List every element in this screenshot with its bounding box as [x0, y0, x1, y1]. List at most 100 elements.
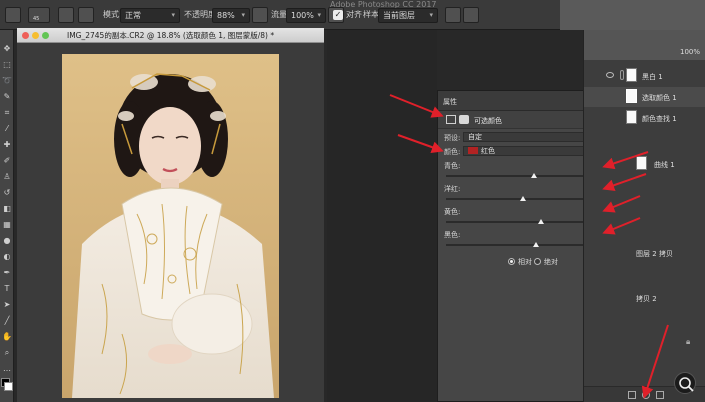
document-window: IMG_2745的副本.CR2 @ 18.8% (选取颜色 1, 图层蒙版/8)…	[17, 28, 324, 402]
relative-radio[interactable]	[508, 258, 515, 265]
colors-label: 颜色:	[444, 148, 461, 156]
cyan-slider-thumb[interactable]	[531, 173, 538, 178]
history-brush-tool-icon[interactable]: ↺	[2, 188, 12, 198]
layer-name[interactable]: 选取颜色 1	[642, 93, 677, 103]
mode-value: 正常	[125, 11, 141, 20]
colors-value: 红色	[481, 147, 495, 155]
line-tool-icon[interactable]: ╱	[2, 316, 12, 326]
layer-mask-thumbnail[interactable]	[626, 110, 637, 124]
zoom-window-button[interactable]	[42, 32, 49, 39]
workspace-background	[327, 30, 437, 402]
opacity-value: 88%	[217, 11, 235, 20]
pressure-size-icon[interactable]	[463, 7, 479, 23]
crop-tool-icon[interactable]: ⌗	[2, 108, 12, 118]
layer-row[interactable]: 图层 2 拷贝	[584, 246, 705, 262]
flow-input[interactable]: 100% ▾	[286, 8, 326, 23]
eyedropper-tool-icon[interactable]: ⁄	[2, 124, 12, 134]
minimize-window-button[interactable]	[32, 32, 39, 39]
mode-select[interactable]: 正常 ▾	[120, 8, 180, 23]
link-icon	[620, 70, 624, 80]
more-tools-icon[interactable]: …	[2, 364, 12, 374]
eraser-tool-icon[interactable]: ◧	[2, 204, 12, 214]
layer-row[interactable]: 拷贝 2	[584, 291, 705, 307]
chevron-down-icon: ▾	[241, 11, 245, 19]
options-bar: Adobe Photoshop CC 2017 45 模式: 正常 ▾ 不透明度…	[0, 0, 705, 30]
layer-row[interactable]: 颜色查找 1	[584, 108, 705, 128]
magnifier-glyph	[679, 377, 694, 392]
type-tool-icon[interactable]: T	[2, 284, 12, 294]
lasso-tool-icon[interactable]: ➰	[2, 76, 12, 86]
chevron-down-icon: ▾	[429, 11, 433, 19]
zoom-tool-icon[interactable]: ⌕	[2, 348, 12, 358]
tools-panel: ✥ ⬚ ➰ ✎ ⌗ ⁄ ✚ ✐ ♙ ↺ ◧ ▦ ● ◐ ✒ T ➤ ╱ ✋ ⌕ …	[0, 30, 14, 402]
layer-name[interactable]: 图层 2 拷贝	[636, 249, 673, 259]
zoom-hint: 100%	[680, 48, 701, 56]
path-select-tool-icon[interactable]: ➤	[2, 300, 12, 310]
background-color-swatch[interactable]	[4, 382, 13, 391]
mode-label: 模式:	[103, 10, 122, 19]
hand-tool-icon[interactable]: ✋	[2, 332, 12, 342]
cyan-label: 青色:	[444, 162, 461, 170]
brush-preset-picker[interactable]: 45	[28, 7, 50, 23]
canvas-area[interactable]	[17, 43, 324, 402]
adjustment-layer-icon[interactable]	[642, 391, 650, 399]
document-title-bar: IMG_2745的副本.CR2 @ 18.8% (选取颜色 1, 图层蒙版/8)…	[17, 28, 324, 43]
close-window-button[interactable]	[22, 32, 29, 39]
clone-source-icon[interactable]	[78, 7, 94, 23]
adjustment-name: 可选颜色	[474, 117, 502, 125]
layer-mask-thumbnail[interactable]	[626, 89, 637, 103]
blur-tool-icon[interactable]: ●	[2, 236, 12, 246]
brush-tool-icon[interactable]: ✐	[2, 156, 12, 166]
home-icon[interactable]	[5, 7, 21, 23]
preset-label: 预设:	[444, 134, 461, 142]
chevron-down-icon: ▾	[317, 11, 321, 19]
link-layers-icon[interactable]	[628, 391, 636, 399]
move-tool-icon[interactable]: ✥	[2, 44, 12, 54]
healing-tool-icon[interactable]: ✚	[2, 140, 12, 150]
flow-value: 100%	[291, 11, 314, 20]
search-icon[interactable]	[674, 372, 696, 394]
sample-value: 当前图层	[383, 11, 415, 20]
align-checkbox[interactable]: ✓	[333, 10, 343, 20]
color-swatch	[468, 147, 478, 154]
layer-row[interactable]: 黑白 1	[584, 66, 705, 86]
black-slider-thumb[interactable]	[533, 242, 540, 247]
clone-stamp-tool-icon[interactable]: ♙	[2, 172, 12, 182]
absolute-radio[interactable]	[534, 258, 541, 265]
sample-select[interactable]: 当前图层 ▾	[378, 8, 438, 23]
chevron-down-icon: ▾	[171, 11, 175, 19]
ignore-adjustment-icon[interactable]	[445, 7, 461, 23]
folder-icon[interactable]	[656, 391, 664, 399]
magenta-slider-thumb[interactable]	[519, 196, 526, 201]
layer-name[interactable]: 拷贝 2	[636, 294, 657, 304]
layer-mask-icon[interactable]	[459, 115, 469, 124]
layer-row[interactable]: 曲线 1	[584, 154, 705, 174]
layer-visibility-icon[interactable]	[606, 72, 614, 78]
dodge-tool-icon[interactable]: ◐	[2, 252, 12, 262]
pressure-opacity-icon[interactable]	[252, 7, 268, 23]
pen-tool-icon[interactable]: ✒	[2, 268, 12, 278]
portrait-photo[interactable]	[62, 54, 279, 398]
marquee-tool-icon[interactable]: ⬚	[2, 60, 12, 70]
yellow-label: 黄色:	[444, 208, 461, 216]
absolute-label: 绝对	[544, 258, 558, 266]
yellow-slider-thumb[interactable]	[538, 219, 545, 224]
brush-size-label: 45	[33, 16, 40, 22]
adjustment-layer-icon[interactable]	[446, 115, 456, 124]
preset-value: 自定	[468, 133, 482, 141]
layer-name[interactable]: 颜色查找 1	[642, 114, 677, 124]
layer-mask-thumbnail[interactable]	[626, 68, 637, 82]
lock-icon: 🔒︎	[686, 337, 691, 346]
layers-panel: 100% 黑白 1 选取颜色 1 颜色查找 1 曲线 1 图层 2 拷贝 拷贝 …	[583, 30, 705, 402]
layer-mask-thumbnail[interactable]	[636, 156, 647, 170]
layer-name[interactable]: 黑白 1	[642, 72, 663, 82]
gradient-tool-icon[interactable]: ▦	[2, 220, 12, 230]
quick-select-tool-icon[interactable]: ✎	[2, 92, 12, 102]
layer-name[interactable]: 曲线 1	[654, 160, 675, 170]
align-label: 对齐	[346, 10, 362, 19]
brush-panel-icon[interactable]	[58, 7, 74, 23]
properties-title: 属性	[443, 98, 457, 106]
opacity-input[interactable]: 88% ▾	[212, 8, 250, 23]
relative-label: 相对	[518, 258, 532, 266]
layer-row-selected[interactable]: 选取颜色 1	[584, 87, 705, 107]
